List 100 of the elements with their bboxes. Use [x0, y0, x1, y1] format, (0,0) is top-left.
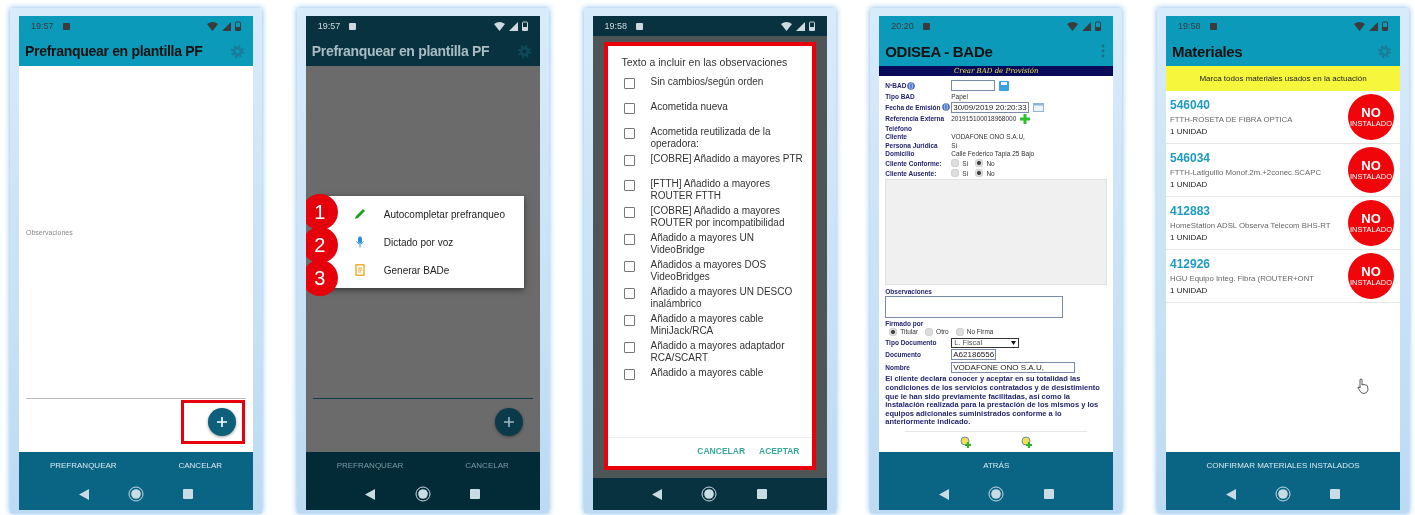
home-icon[interactable] [701, 486, 718, 502]
text-field[interactable]: A62186556 [951, 349, 997, 361]
radio-button[interactable] [951, 169, 960, 177]
menu-item[interactable]: Dictado por voz [383, 236, 454, 248]
checkbox[interactable] [623, 315, 635, 326]
dialog-button[interactable]: ACEPTAR [759, 446, 800, 456]
option-label: Añadidos a mayores DOS VideoBridges [650, 259, 768, 282]
text-field[interactable]: VODAFONE ONO S.A.U, [951, 362, 1076, 374]
wifi-icon [207, 21, 218, 31]
radio-button[interactable] [955, 327, 964, 336]
recents-icon[interactable] [756, 489, 767, 499]
add-button[interactable] [208, 408, 236, 436]
material-code: 412926 [1170, 257, 1212, 271]
action-button[interactable]: CANCELAR [465, 460, 509, 470]
number-badge: 3 [305, 260, 338, 296]
radio-button[interactable] [889, 327, 898, 336]
option-label: Acometida reutilizada de la operadora: [650, 126, 772, 149]
back-icon[interactable] [938, 488, 949, 500]
globe-icon[interactable] [907, 81, 916, 90]
globe-icon[interactable] [941, 103, 950, 111]
text-field[interactable] [951, 80, 996, 91]
checkbox[interactable] [623, 234, 635, 245]
status-time: 19:58 [604, 21, 628, 31]
option-label: Acometida nueva [650, 101, 728, 113]
battery-icon [808, 21, 815, 31]
home-icon[interactable] [1275, 486, 1291, 502]
option-label: Añadido a mayores adaptador RCA/SCART [650, 340, 786, 363]
action-button[interactable]: CONFIRMAR MATERIALES INSTALADOS [1206, 460, 1360, 470]
plus-icon [502, 416, 515, 428]
checkbox[interactable] [623, 180, 635, 191]
recents-icon[interactable] [1330, 489, 1341, 499]
checkbox[interactable] [623, 342, 635, 353]
notification-icon [921, 21, 931, 31]
number-badge: 2 [305, 227, 338, 263]
menu-item[interactable]: Generar BADe [383, 264, 450, 276]
material-quantity: 1 UNIDAD [1170, 233, 1209, 242]
recents-icon[interactable] [1043, 489, 1054, 499]
app-title: Materiales [1172, 42, 1243, 60]
menu-item[interactable]: Autocompletar prefranqueo [383, 208, 505, 220]
microphone-icon [353, 236, 366, 248]
number-badge: 1 [305, 194, 338, 230]
option-label: Añadido a mayores UN VideoBridge [650, 232, 755, 255]
plus-icon[interactable] [1020, 113, 1031, 124]
material-quantity: 1 UNIDAD [1170, 180, 1209, 189]
recents-icon[interactable] [470, 489, 481, 499]
home-icon[interactable] [128, 486, 144, 502]
magnifier-plus-icon[interactable] [1020, 436, 1033, 448]
status-time: 19:57 [31, 21, 54, 31]
notice-banner: Marca todos materiales usados en la actuación [1166, 66, 1400, 91]
pencil-icon [353, 208, 366, 220]
app-title: Prefranquear en plantilla PF [25, 43, 203, 59]
action-button[interactable]: ATRÁS [983, 460, 1010, 470]
radio-button[interactable] [951, 159, 960, 167]
material-code: 546040 [1170, 98, 1212, 112]
checkbox[interactable] [623, 261, 635, 272]
checkbox[interactable] [623, 207, 635, 218]
wifi-icon [1354, 21, 1365, 31]
battery-icon [521, 21, 528, 31]
option-label: Añadido a mayores cable [650, 367, 764, 379]
radio-button[interactable] [925, 327, 934, 336]
notification-icon [348, 21, 358, 31]
home-icon[interactable] [988, 486, 1005, 502]
add-button[interactable] [494, 408, 523, 436]
action-button[interactable]: PREFRANQUEAR [49, 460, 117, 470]
checkbox[interactable] [623, 78, 635, 89]
magnifier-plus-icon[interactable] [959, 436, 972, 448]
checkbox[interactable] [623, 103, 635, 114]
status-time: 20:20 [891, 21, 914, 31]
action-button[interactable]: PREFRANQUEAR [336, 460, 404, 470]
back-icon[interactable] [1225, 488, 1236, 500]
save-icon[interactable] [999, 80, 1010, 91]
action-button[interactable]: CANCELAR [178, 460, 223, 470]
wifi-icon [780, 21, 792, 31]
checkbox[interactable] [623, 369, 635, 380]
back-icon[interactable] [78, 488, 89, 500]
back-icon[interactable] [365, 488, 376, 500]
wifi-icon [1067, 21, 1079, 31]
dialog-button[interactable]: CANCELAR [697, 446, 746, 456]
status-time: 19:58 [1178, 21, 1201, 31]
battery-icon [1382, 21, 1388, 31]
radio-button[interactable] [975, 169, 984, 177]
radio-button[interactable] [975, 159, 984, 167]
option-label: [COBRE] Añadido a mayores ROUTER por incompatibilidad [650, 205, 786, 228]
document-icon [353, 264, 366, 276]
observations-field[interactable] [885, 295, 1064, 318]
notification-icon [1208, 21, 1218, 31]
app-title: ODISEA - BADe [885, 42, 993, 60]
signal-icon [222, 21, 231, 31]
checkbox[interactable] [623, 288, 635, 299]
battery-icon [235, 21, 241, 31]
checkbox[interactable] [623, 155, 635, 166]
text-field[interactable]: 30/09/2019 20:20:33 [951, 101, 1029, 113]
home-icon[interactable] [414, 486, 431, 502]
option-label: [FTTH] Añadido a mayores ROUTER FTTH [650, 178, 771, 201]
hand-cursor-icon [1357, 378, 1369, 394]
dialog-title: Texto a incluir en las observaciones [620, 55, 789, 70]
recents-icon[interactable] [183, 489, 194, 499]
signal-icon [1369, 21, 1378, 31]
back-icon[interactable] [652, 488, 663, 500]
checkbox[interactable] [623, 128, 635, 139]
